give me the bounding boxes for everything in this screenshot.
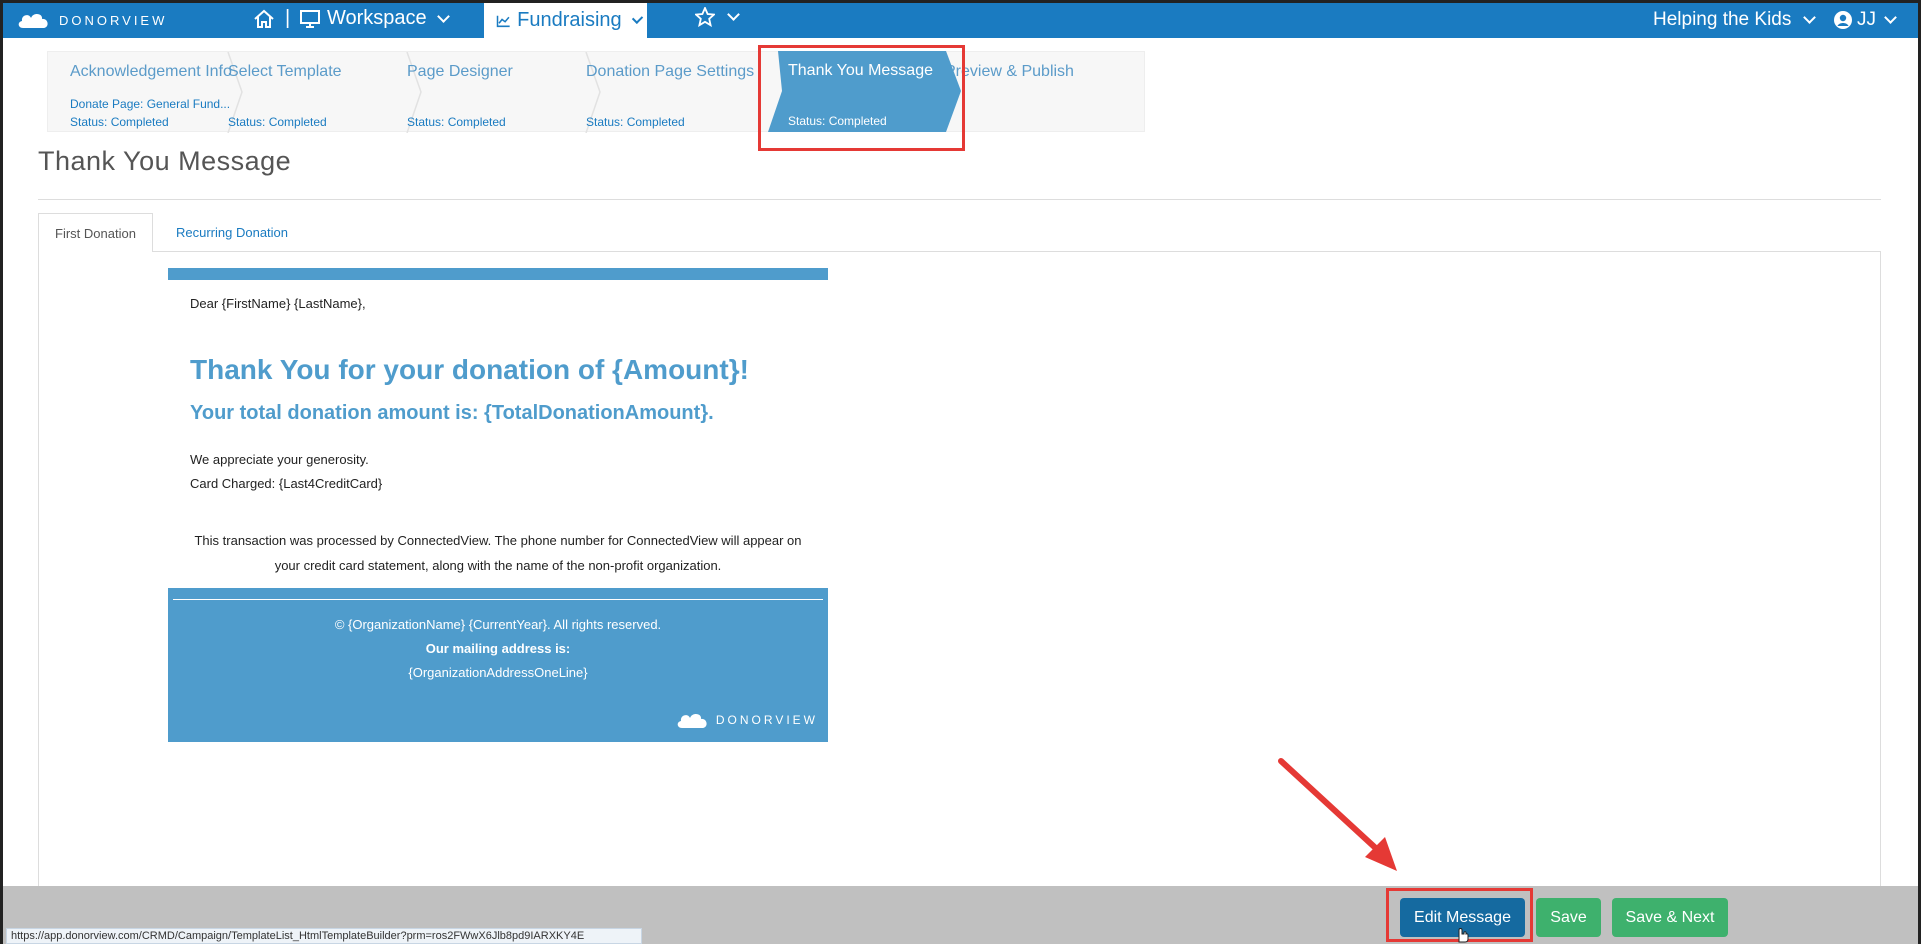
home-link[interactable]: | (253, 7, 290, 30)
step-name: Page Designer (407, 63, 513, 80)
red-arrow-annotation (1278, 758, 1397, 871)
chevron-down-icon (631, 12, 644, 24)
organization-menu[interactable]: Helping the Kids (1653, 9, 1820, 31)
step-status: Status: Completed (70, 115, 169, 129)
step-status: Status: Completed (407, 115, 506, 129)
total-donation-text: Your total donation amount is: {TotalDon… (190, 402, 714, 424)
appreciation-text: We appreciate your generosity. (190, 452, 369, 467)
chevron-down-icon (1884, 11, 1897, 24)
tab-recurring-donation[interactable]: Recurring Donation (160, 213, 304, 252)
footer-text-block: © {OrganizationName} {CurrentYear}. All … (168, 613, 828, 685)
logo-text: DONORVIEW (59, 12, 168, 28)
step-select-template[interactable]: Select Template Status: Completed (206, 52, 386, 133)
greeting-text: Dear {FirstName} {LastName}, (190, 296, 366, 311)
fundraising-label: Fundraising (517, 9, 622, 31)
headline-text: Thank You for your donation of {Amount}! (190, 354, 749, 385)
wizard-steps: Acknowledgement Info Donate Page: Genera… (47, 51, 1145, 133)
save-button[interactable]: Save (1536, 898, 1601, 937)
user-menu[interactable]: JJ (1833, 9, 1901, 31)
monitor-icon (300, 9, 320, 28)
cloud-logo-icon (677, 713, 707, 728)
star-icon (695, 7, 715, 27)
step-name: Donation Page Settings (586, 63, 755, 80)
cloud-logo-icon (18, 13, 48, 28)
organization-label: Helping the Kids (1653, 9, 1792, 30)
favorites-menu[interactable] (695, 7, 744, 27)
page-title: Thank You Message (38, 146, 292, 176)
divider (38, 199, 1881, 200)
chevron-down-icon (727, 8, 740, 21)
chart-line-icon (496, 15, 510, 27)
tab-first-donation[interactable]: First Donation (38, 213, 153, 252)
footer-logo: DONORVIEW (676, 710, 818, 730)
donorview-logo[interactable]: DONORVIEW (17, 10, 167, 30)
footer-copyright: © {OrganizationName} {CurrentYear}. All … (334, 617, 662, 632)
user-initials: JJ (1857, 9, 1876, 30)
step-page-designer[interactable]: Page Designer Status: Completed (385, 52, 565, 133)
footer-logo-text: DONORVIEW (715, 713, 818, 727)
step-name: Select Template (228, 63, 342, 80)
step-acknowledgement-info[interactable]: Acknowledgement Info Donate Page: Genera… (48, 52, 232, 133)
footer-address: {OrganizationAddressOneLine} (408, 665, 588, 680)
message-header-bar (168, 268, 828, 280)
card-charged-text: Card Charged: {Last4CreditCard} (190, 476, 383, 491)
step-status: Status: Completed (586, 115, 685, 129)
workspace-menu[interactable]: Workspace (299, 7, 454, 30)
top-nav-bar: DONORVIEW | Workspace Fundraising Helpin… (3, 3, 1918, 38)
status-bar-url: https://app.donorview.com/CRMD/Campaign/… (6, 928, 642, 944)
user-avatar-icon (1834, 11, 1852, 29)
step-donation-page-settings[interactable]: Donation Page Settings Status: Completed (564, 52, 754, 133)
nav-separator: | (285, 7, 291, 29)
step-status: Status: Completed (228, 115, 327, 129)
chevron-down-icon (1803, 11, 1817, 24)
footer-mailing-label: Our mailing address is: (425, 641, 571, 656)
appreciation-block: We appreciate your generosity. Card Char… (190, 448, 382, 496)
fundraising-menu[interactable]: Fundraising (484, 3, 647, 38)
message-footer: © {OrganizationName} {CurrentYear}. All … (168, 588, 828, 742)
save-and-next-button[interactable]: Save & Next (1612, 898, 1728, 937)
footer-divider (173, 599, 823, 600)
transaction-note: This transaction was processed by Connec… (194, 533, 802, 573)
hand-cursor-icon (1458, 928, 1469, 943)
home-icon (254, 9, 274, 28)
workspace-label: Workspace (327, 7, 427, 29)
chevron-down-icon (436, 9, 450, 23)
thank-you-message-preview: Dear {FirstName} {LastName}, Thank You f… (168, 268, 828, 742)
highlight-box-active-step (758, 45, 965, 151)
